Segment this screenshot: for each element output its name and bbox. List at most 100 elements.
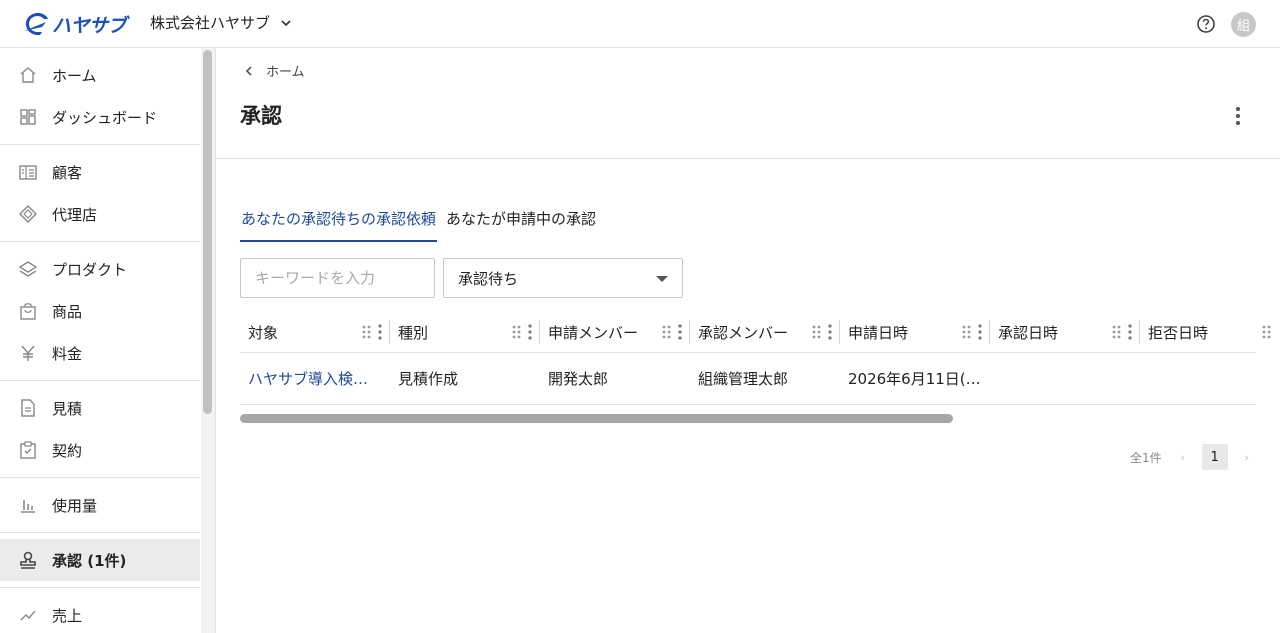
page-title: 承認 [240, 104, 282, 128]
sidebar-item[interactable]: 承認 (1件) [0, 539, 200, 581]
sidebar-scrollbar-thumb[interactable] [203, 50, 212, 414]
column-header-label: 種別 [398, 323, 429, 342]
sidebar-item-label: 契約 [52, 441, 83, 460]
sidebar-item[interactable]: ダッシュボード [0, 96, 200, 138]
sidebar-item[interactable]: 代理店 [0, 193, 200, 235]
keyword-search-input[interactable] [240, 258, 435, 298]
tab-bar: あなたの承認待ちの承認依頼 あなたが申請中の承認 [240, 208, 605, 242]
column-header[interactable]: 承認メンバー [690, 312, 840, 352]
sidebar-item-label: 代理店 [52, 205, 98, 224]
column-menu-icon[interactable] [1128, 324, 1132, 340]
column-header[interactable]: 拒否日時 [1140, 312, 1280, 352]
sidebar-item[interactable]: 商品 [0, 290, 200, 332]
tab-awaiting-my-approval[interactable]: あなたの承認待ちの承認依頼 [240, 208, 438, 242]
drag-handle-icon[interactable] [962, 325, 972, 339]
table-row[interactable]: ハヤサブ導入検… 見積作成 開発太郎 組織管理太郎 2026年6月11日(… [240, 353, 1256, 405]
sidebar-item-label: 売上 [52, 606, 83, 625]
main-content: ホーム 承認 あなたの承認待ちの承認依頼 あなたが申請中の承認 承認待ち 対象 … [216, 48, 1280, 633]
table-cell: 見積作成 [398, 370, 459, 388]
help-icon[interactable] [1196, 14, 1216, 34]
tab-my-requests[interactable]: あなたが申請中の承認 [445, 208, 597, 242]
bar-chart-icon [18, 495, 38, 515]
sidebar-group: 売上 [0, 588, 200, 633]
divider [216, 158, 1280, 159]
drag-handle-icon[interactable] [1112, 325, 1122, 339]
home-icon [18, 65, 38, 85]
sidebar-item[interactable]: ホーム [0, 54, 200, 96]
chevron-down-icon [281, 19, 291, 26]
sidebar-item[interactable]: 見積 [0, 387, 200, 429]
org-switcher[interactable]: 株式会社ハヤサブ [150, 12, 292, 33]
column-menu-icon[interactable] [378, 324, 382, 340]
sidebar-item-label: 料金 [52, 344, 83, 363]
sidebar-group: 承認 (1件) [0, 533, 200, 588]
sidebar-group: 顧客 代理店 [0, 145, 200, 242]
sidebar-nav: ホームダッシュボード 顧客代理店プロダクト商品料金見積契約使用量承認 (1件) 売上 [0, 48, 215, 633]
page-number[interactable]: 1 [1201, 444, 1228, 470]
sidebar-item[interactable]: 売上 [0, 594, 200, 633]
column-header[interactable]: 申請日時 [840, 312, 990, 352]
more-options-icon[interactable] [1228, 104, 1248, 128]
column-header-label: 対象 [248, 323, 279, 342]
column-menu-icon[interactable] [828, 324, 832, 340]
column-header[interactable]: 対象 [240, 312, 390, 352]
sidebar-item-label: 顧客 [52, 163, 83, 182]
drag-handle-icon[interactable] [1262, 325, 1272, 339]
column-header[interactable]: 種別 [390, 312, 540, 352]
approval-table: 対象 種別 申請メンバー 承認メンバー 申請日時 承認日時 拒否日時 ハヤサブ導… [240, 312, 1271, 405]
bag-icon [18, 301, 38, 321]
sidebar-item-label: プロダクト [52, 260, 128, 279]
prev-page-icon[interactable]: ‹ [1178, 451, 1188, 464]
avatar[interactable]: 組 [1231, 12, 1256, 37]
column-menu-icon[interactable] [528, 324, 532, 340]
partner-icon [18, 204, 38, 224]
sidebar-group: 見積 契約 [0, 381, 200, 478]
sidebar-item-label: 承認 (1件) [52, 551, 127, 570]
sales-icon [18, 605, 38, 625]
sidebar-item-label: 商品 [52, 302, 83, 321]
sidebar-group: プロダクト 商品 料金 [0, 242, 200, 381]
yen-icon [18, 343, 38, 363]
sidebar-item-label: 見積 [52, 399, 83, 418]
column-header[interactable]: 承認日時 [990, 312, 1140, 352]
table-cell: 2026年6月11日(… [848, 370, 981, 388]
total-count: 全1件 [1130, 450, 1162, 465]
breadcrumb-home[interactable]: ホーム [266, 61, 305, 80]
logo[interactable]: ハヤサブ [22, 9, 127, 39]
sidebar-group: ホームダッシュボード [0, 48, 200, 145]
sidebar-item[interactable]: プロダクト [0, 248, 200, 290]
document-icon [18, 398, 38, 418]
sidebar-group: 使用量 [0, 478, 200, 533]
status-select[interactable]: 承認待ち [443, 258, 683, 298]
sidebar-item[interactable]: 使用量 [0, 484, 200, 526]
customers-icon [18, 162, 38, 182]
column-menu-icon[interactable] [978, 324, 982, 340]
table-horizontal-scrollbar[interactable] [240, 414, 953, 423]
sidebar-item[interactable]: 契約 [0, 429, 200, 471]
column-header-label: 申請メンバー [548, 323, 639, 342]
column-header-label: 拒否日時 [1148, 323, 1209, 342]
next-page-icon[interactable]: › [1242, 451, 1252, 464]
table-cell [1140, 353, 1280, 404]
sidebar: ホームダッシュボード 顧客代理店プロダクト商品料金見積契約使用量承認 (1件) 売上 [0, 48, 216, 633]
drag-handle-icon[interactable] [662, 325, 672, 339]
column-header-label: 承認メンバー [698, 323, 789, 342]
layers-icon [18, 259, 38, 279]
table-cell-link[interactable]: ハヤサブ導入検… [240, 353, 390, 404]
sidebar-item-label: ダッシュボード [52, 108, 158, 127]
table-header: 対象 種別 申請メンバー 承認メンバー 申請日時 承認日時 拒否日時 [240, 312, 1271, 353]
column-header[interactable]: 申請メンバー [540, 312, 690, 352]
status-select-value: 承認待ち [458, 269, 519, 288]
breadcrumb[interactable]: ホーム [244, 61, 305, 80]
column-menu-icon[interactable] [678, 324, 682, 340]
sidebar-item[interactable]: 料金 [0, 332, 200, 374]
chevron-left-icon [245, 65, 252, 76]
drag-handle-icon[interactable] [812, 325, 822, 339]
sidebar-item[interactable]: 顧客 [0, 151, 200, 193]
top-bar: ハヤサブ 株式会社ハヤサブ 組 [0, 0, 1280, 48]
drag-handle-icon[interactable] [512, 325, 522, 339]
column-header-label: 承認日時 [998, 323, 1059, 342]
drag-handle-icon[interactable] [362, 325, 372, 339]
table-body: ハヤサブ導入検… 見積作成 開発太郎 組織管理太郎 2026年6月11日(… [240, 353, 1256, 405]
table-cell: 開発太郎 [548, 370, 609, 388]
